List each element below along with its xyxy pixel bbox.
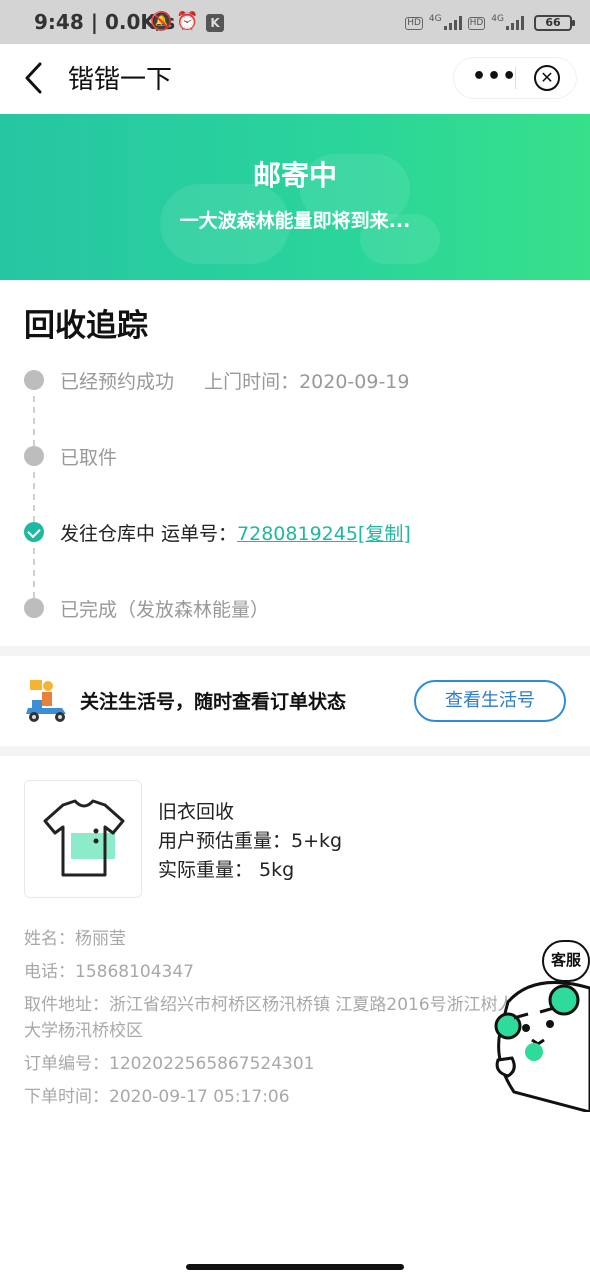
- clock-text: 9:48: [34, 10, 84, 34]
- step-label: 发往仓库中 运单号：: [60, 523, 238, 545]
- visit-time: 上门时间：2020-09-19: [204, 371, 410, 393]
- step-dot: [24, 446, 44, 466]
- step-text: 发往仓库中 运单号：7280819245[复制]: [60, 519, 411, 546]
- hd-badge: HD: [405, 16, 423, 30]
- status-right-icons: HD 4G HD 4G 66: [405, 14, 575, 32]
- view-life-account-button[interactable]: 查看生活号: [414, 680, 566, 722]
- home-indicator: [186, 1264, 404, 1270]
- page-title: 锴锴一下: [68, 65, 173, 95]
- timeline-connector: [33, 472, 35, 522]
- tracking-number-copy-link[interactable]: 7280819245[复制]: [237, 523, 411, 545]
- product-name: 旧衣回收: [158, 801, 235, 823]
- status-bar: 9:48 | 0.0K/s 🔕 ⏰ K HD 4G HD 4G 66: [0, 0, 590, 44]
- tshirt-icon: [43, 799, 125, 877]
- alarm-icon: ⏰: [176, 11, 199, 32]
- more-icon[interactable]: •••: [472, 64, 517, 89]
- network-type: 4G: [428, 14, 442, 24]
- estimated-weight: 用户预估重量：5+kg: [158, 830, 343, 852]
- delivery-scooter-icon: [26, 680, 66, 722]
- signal-icon: [506, 16, 524, 30]
- close-icon[interactable]: ✕: [534, 65, 560, 91]
- pickup-address-line2: 大学杨汛桥校区: [24, 1021, 143, 1041]
- title-bar: 锴锴一下 ••• ✕: [0, 44, 590, 114]
- step-text: 已经预约成功 上门时间：2020-09-19: [60, 367, 409, 394]
- customer-phone: 电话：15868104347: [24, 962, 194, 982]
- banner-subtitle: 一大波森林能量即将到来...: [179, 210, 411, 232]
- order-time: 下单时间：2020-09-17 05:17:06: [24, 1087, 290, 1107]
- capsule-divider: [515, 67, 516, 89]
- signal-icon: [443, 16, 462, 30]
- section-separator: [0, 646, 590, 656]
- step-label: 已取件: [60, 447, 118, 469]
- tracking-title: 回收追踪: [24, 308, 148, 344]
- status-banner: 邮寄中 一大波森林能量即将到来...: [0, 114, 590, 280]
- actual-weight: 实际重量： 5kg: [158, 859, 295, 881]
- app-k-icon: K: [206, 14, 224, 32]
- step-dot: [24, 598, 44, 618]
- banner-title: 邮寄中: [252, 159, 337, 192]
- network-type: 4G: [491, 14, 504, 24]
- mute-icon: 🔕: [150, 11, 173, 32]
- customer-name: 姓名：杨丽莹: [24, 929, 126, 949]
- follow-prompt: 关注生活号，随时查看订单状态: [80, 691, 347, 713]
- timeline-connector: [33, 548, 35, 598]
- step-label: 已经预约成功: [60, 371, 175, 393]
- back-arrow-icon[interactable]: [20, 60, 52, 96]
- step-dot: [24, 370, 44, 390]
- product-thumbnail: [24, 780, 142, 898]
- order-number: 订单编号：1202022565867524301: [24, 1054, 315, 1074]
- battery-icon: 66: [534, 15, 575, 31]
- timeline-connector: [33, 396, 35, 446]
- customer-service-bubble[interactable]: 客服: [542, 940, 590, 982]
- hd-badge: HD: [467, 16, 486, 30]
- miniapp-capsule: ••• ✕: [454, 58, 576, 98]
- section-separator: [0, 746, 590, 756]
- check-icon: [24, 522, 44, 542]
- pickup-address: 取件地址：浙江省绍兴市柯桥区杨汛桥镇 江夏路2016号浙江树人: [24, 995, 515, 1015]
- step-label: 已完成（发放森林能量）: [60, 599, 270, 621]
